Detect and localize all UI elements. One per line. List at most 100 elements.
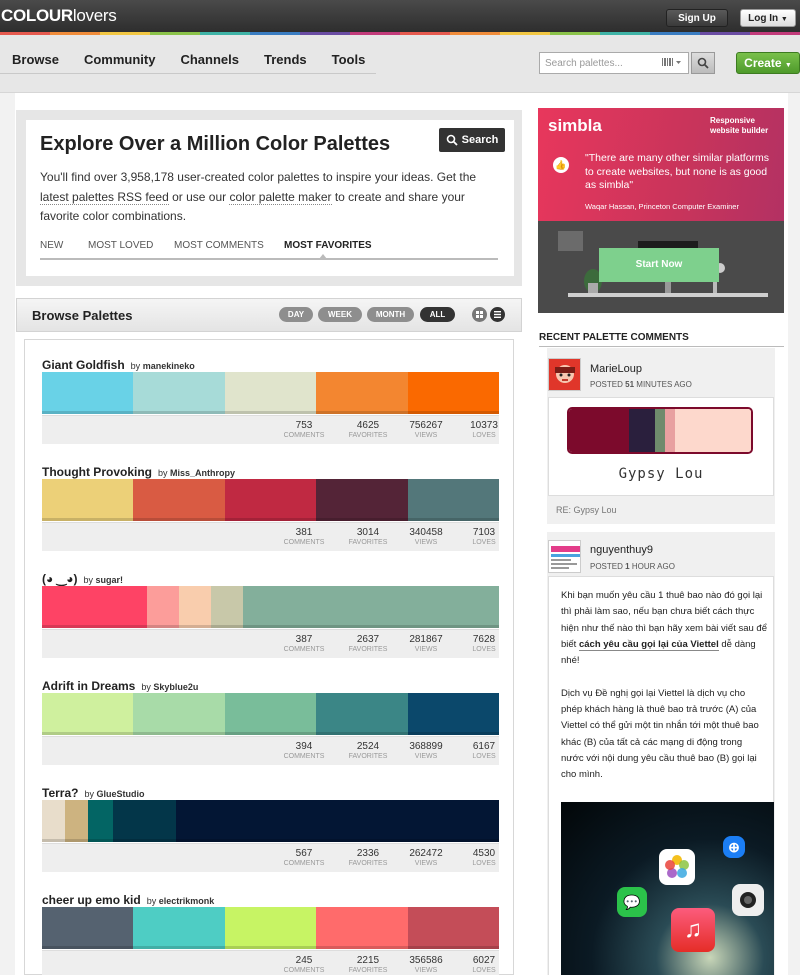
palette-swatch-bar[interactable] — [42, 693, 500, 735]
palette-color — [133, 693, 225, 735]
palette-color — [133, 907, 225, 949]
grid-view-icon[interactable] — [472, 307, 487, 322]
search-type-select[interactable] — [662, 57, 682, 69]
plus-app-icon: ⊕ — [723, 836, 745, 858]
explore-search-button[interactable]: Search — [439, 128, 505, 152]
palette-color — [224, 479, 317, 521]
stat-favorites: 2336 FAVORITES — [348, 848, 388, 867]
start-now-button[interactable]: Start Now — [599, 248, 719, 282]
rss-feed-link[interactable]: latest palettes RSS feed — [40, 189, 169, 205]
palette-author[interactable]: by electrikmonk — [147, 896, 215, 906]
swatch-color — [665, 409, 675, 452]
palette-title[interactable]: Giant Goldfish by manekineko — [42, 358, 195, 372]
palette-stats: 387 COMMENTS 2637 FAVORITES 281867 VIEWS 7628 L… — [42, 629, 499, 658]
recent-comments-heading: RECENT PALETTE COMMENTS — [539, 332, 784, 347]
viettel-link[interactable]: cách yêu cầu gọi lại của Viettel — [578, 638, 719, 651]
explore-tabs: NEW MOST LOVED MOST COMMENTS MOST FAVORI… — [40, 238, 498, 260]
palette-stats: 381 COMMENTS 3014 FAVORITES 340458 VIEWS 7103 L… — [42, 522, 499, 551]
palette-author[interactable]: by sugar! — [83, 575, 123, 585]
filter-all[interactable]: ALL — [420, 307, 455, 322]
stat-comments: 381 COMMENTS — [283, 527, 325, 546]
chevron-down-icon: ▼ — [780, 16, 788, 23]
palette-color — [407, 907, 500, 949]
create-button[interactable]: Create ▼ — [736, 52, 800, 74]
palette-name: Gypsy Lou — [618, 466, 704, 482]
tab-new[interactable]: NEW — [40, 240, 63, 251]
nav-tools[interactable]: Tools — [332, 52, 366, 73]
explore-title: Explore Over a Million Color Palettes — [40, 133, 391, 155]
simbla-ad[interactable]: simbla Responsive website builder 👍 "The… — [538, 108, 784, 313]
palette-maker-link[interactable]: color palette maker — [229, 189, 332, 205]
palette-author[interactable]: by Skyblue2u — [141, 682, 198, 692]
palette-color — [113, 800, 177, 842]
phone-screenshot-image: ⊕ 💬 ♫ — [561, 802, 774, 975]
stat-loves: 6027 LOVES — [472, 955, 496, 974]
swatch-color — [629, 409, 655, 452]
palette-swatch-bar[interactable] — [42, 479, 500, 521]
comment-author[interactable]: nguyenthuy9 — [590, 544, 653, 556]
nav-browse[interactable]: Browse — [12, 52, 59, 73]
swatch-color — [674, 409, 751, 452]
palette-color — [87, 800, 114, 842]
palette-swatch-bar[interactable] — [42, 800, 499, 842]
palette-author[interactable]: by GlueStudio — [84, 789, 144, 799]
avatar[interactable] — [548, 540, 581, 573]
list-view-icon[interactable] — [490, 307, 505, 322]
palette-title[interactable]: cheer up emo kid by electrikmonk — [42, 893, 214, 907]
stat-comments: 387 COMMENTS — [283, 634, 325, 653]
stat-views: 281867 VIEWS — [409, 634, 443, 653]
explore-description: You'll find over 3,958,178 user-created … — [40, 170, 477, 223]
comment-author[interactable]: MarieLoup — [590, 363, 642, 375]
palette-author[interactable]: by Miss_Anthropy — [158, 468, 235, 478]
tab-most-favorites[interactable]: MOST FAVORITES — [284, 240, 372, 251]
active-tab-pointer-icon — [319, 254, 327, 259]
filter-week[interactable]: WEEK — [318, 307, 362, 322]
swatch-color — [654, 409, 666, 452]
palette-title[interactable]: Thought Provoking by Miss_Anthropy — [42, 465, 235, 479]
palette-color — [224, 372, 317, 414]
login-button[interactable]: Log In ▼ — [740, 9, 796, 27]
palette-stats: 245 COMMENTS 2215 FAVORITES 356586 VIEWS 6027 L… — [42, 950, 499, 975]
stat-comments: 394 COMMENTS — [283, 741, 325, 760]
search-icon — [697, 57, 709, 69]
stat-favorites: 4625 FAVORITES — [348, 420, 388, 439]
palette-title[interactable]: Adrift in Dreams by Skyblue2u — [42, 679, 198, 693]
avatar[interactable] — [548, 358, 581, 391]
palette-color — [42, 693, 134, 735]
palette-swatch-bar[interactable] — [42, 586, 499, 628]
palette-color — [407, 693, 500, 735]
palette-swatch-bar[interactable] — [42, 372, 500, 414]
palette-color — [407, 479, 500, 521]
stat-views: 340458 VIEWS — [409, 527, 443, 546]
main-nav: Browse Community Channels Trends Tools — [0, 52, 376, 74]
comment-reply-to[interactable]: RE: Gypsy Lou — [556, 505, 617, 515]
stat-views: 262472 VIEWS — [409, 848, 443, 867]
search-button[interactable] — [691, 52, 715, 74]
palette-color — [316, 693, 408, 735]
palette-color — [316, 372, 408, 414]
palette-color — [42, 479, 134, 521]
camera-app-icon — [732, 884, 764, 916]
stat-loves: 7103 LOVES — [472, 527, 496, 546]
palette-color — [179, 586, 212, 628]
comment-time: POSTED 51 MINUTES AGO — [590, 380, 692, 389]
filter-month[interactable]: MONTH — [367, 307, 414, 322]
signup-button[interactable]: Sign Up — [666, 9, 728, 27]
site-logo[interactable]: COLOURlovers — [1, 6, 117, 26]
palette-author[interactable]: by manekineko — [131, 361, 195, 371]
thumbs-up-icon: 👍 — [553, 157, 569, 173]
palette-swatch-bar[interactable] — [42, 907, 500, 949]
palette-title[interactable]: (◕ ‿◕) by sugar! — [42, 572, 123, 586]
tab-most-loved[interactable]: MOST LOVED — [88, 240, 153, 251]
stat-comments: 567 COMMENTS — [283, 848, 325, 867]
barcode-icon — [662, 58, 681, 66]
filter-day[interactable]: DAY — [279, 307, 313, 322]
palette-title[interactable]: Terra? by GlueStudio — [42, 786, 144, 800]
tab-most-comments[interactable]: MOST COMMENTS — [174, 240, 264, 251]
nav-trends[interactable]: Trends — [264, 52, 307, 73]
nav-community[interactable]: Community — [84, 52, 156, 73]
palette-color — [243, 586, 499, 628]
nav-channels[interactable]: Channels — [180, 52, 239, 73]
caret-down-icon: ▼ — [784, 62, 792, 69]
ad-author: Waqar Hassan, Princeton Computer Examine… — [585, 202, 739, 211]
